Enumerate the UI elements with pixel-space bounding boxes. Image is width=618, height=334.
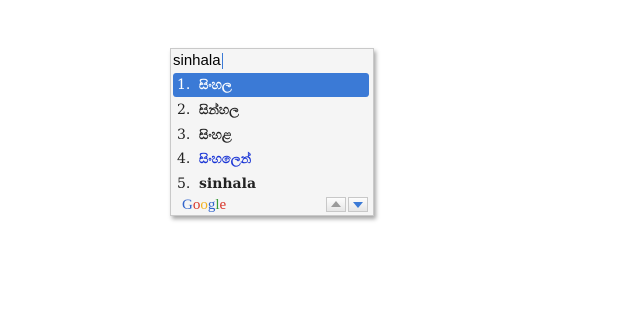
triangle-down-icon <box>353 202 363 208</box>
google-logo: Google <box>182 195 226 215</box>
next-page-button[interactable] <box>348 197 368 212</box>
ime-candidate-window: sinhala 1. සිංහල 2. සින්හල 3. සිංහළ 4. සිංහල… <box>170 48 374 216</box>
candidate-number: 4. <box>177 151 191 168</box>
composition-input: sinhala <box>173 52 221 69</box>
candidate-word: සිංහළ <box>199 127 232 143</box>
logo-letter: o <box>200 197 208 213</box>
candidate-number: 5. <box>177 176 191 193</box>
candidate-word: සින්හල <box>199 102 240 118</box>
candidate-number: 1. <box>177 77 191 93</box>
candidate-item-3[interactable]: 3. සිංහළ <box>173 123 369 147</box>
candidate-list: 1. සිංහල 2. සින්හල 3. සිංහළ 4. සිංහලෙන් 5. si… <box>173 73 369 197</box>
candidate-item-4[interactable]: 4. සිංහලෙන් <box>173 147 369 171</box>
candidate-word: සිංහලෙන් <box>199 152 252 168</box>
text-caret <box>221 53 223 70</box>
candidate-number: 3. <box>177 126 191 143</box>
logo-letter: G <box>182 197 193 213</box>
candidate-item-1[interactable]: 1. සිංහල <box>173 73 369 97</box>
logo-letter: g <box>207 197 216 213</box>
candidate-footer: Google <box>171 195 373 215</box>
candidate-number: 2. <box>177 101 191 118</box>
logo-letter: o <box>192 197 201 213</box>
candidate-item-5[interactable]: 5. sinhala <box>173 172 369 196</box>
candidate-word: සිංහල <box>199 78 232 93</box>
candidate-item-2[interactable]: 2. සින්හල <box>173 98 369 122</box>
previous-page-button[interactable] <box>326 197 346 212</box>
logo-letter: e <box>219 197 227 213</box>
candidate-word: sinhala <box>199 176 257 193</box>
composition-text: sinhala <box>173 51 223 71</box>
triangle-up-icon <box>331 201 341 207</box>
